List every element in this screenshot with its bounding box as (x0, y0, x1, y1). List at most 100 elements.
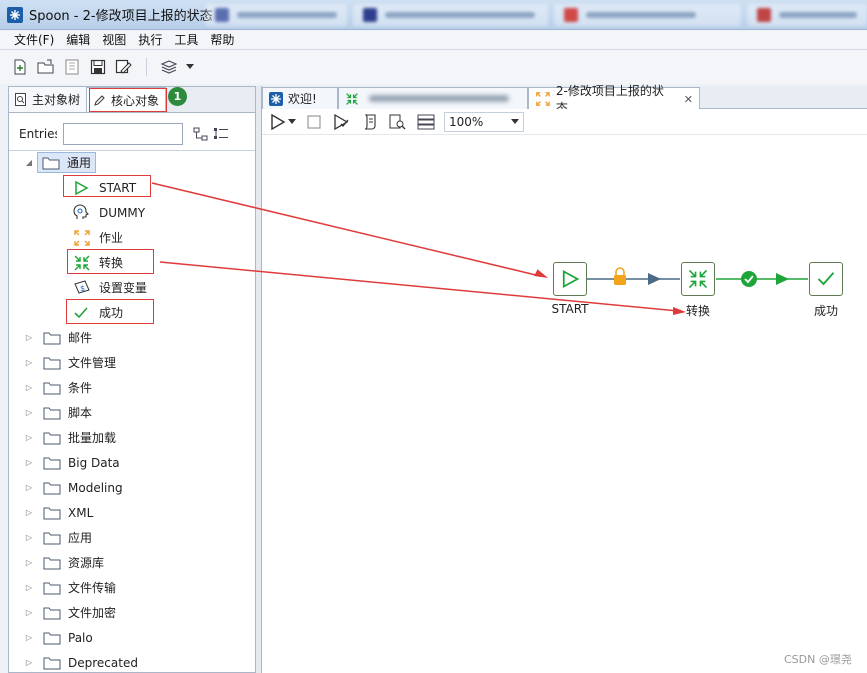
dropdown-arrow-icon (288, 118, 296, 124)
collapsed-arrow-icon[interactable]: ▷ (23, 457, 35, 469)
folder-icon (43, 382, 61, 394)
perspective-button[interactable] (159, 57, 179, 77)
tree-item-dummy[interactable]: DUMMY (73, 200, 145, 225)
tree-category-label: Palo (68, 630, 93, 645)
tree-category-label: 文件传输 (68, 581, 117, 595)
tab-main-object-tree[interactable]: 主对象树 (9, 87, 88, 112)
new-file-icon (14, 59, 26, 75)
collapsed-arrow-icon[interactable]: ▷ (23, 332, 35, 344)
tree-category-label: 条件 (68, 381, 93, 395)
explore-db-button[interactable] (388, 112, 408, 132)
flow-node-start[interactable] (553, 262, 587, 296)
tree-category[interactable]: ▷ 条件 (23, 375, 92, 400)
tree-category[interactable]: ▷ Big Data (23, 450, 120, 475)
collapsed-arrow-icon[interactable]: ▷ (23, 357, 35, 369)
title-bar: Spoon - 2-修改项目上报的状态 (0, 0, 867, 30)
new-file-button[interactable] (10, 57, 30, 77)
tree-item-transformation[interactable]: 转换 (73, 250, 123, 275)
collapse-tree-button[interactable] (213, 126, 229, 142)
tree-category[interactable]: ▷ 脚本 (23, 400, 92, 425)
entries-search-input[interactable] (63, 123, 183, 145)
menu-file[interactable]: 文件(F) (8, 31, 60, 48)
menu-view[interactable]: 视图 (96, 31, 132, 48)
tree-category[interactable]: ▷ 文件加密 (23, 600, 116, 625)
tree-item-success[interactable]: 成功 (73, 300, 123, 325)
folder-icon (43, 582, 61, 594)
run-dropdown[interactable] (288, 112, 296, 132)
tree-item-label: DUMMY (99, 205, 146, 220)
tree-category[interactable]: ▷ 邮件 (23, 325, 92, 350)
folder-icon (43, 457, 61, 469)
tab-core-objects[interactable]: 核心对象 (87, 87, 167, 112)
tab-welcome[interactable]: 欢迎! (262, 87, 338, 109)
collapsed-arrow-icon[interactable]: ▷ (23, 507, 35, 519)
tree-category[interactable]: ▷ Deprecated (23, 650, 138, 673)
transform-arrows-icon (74, 255, 90, 270)
collapsed-arrow-icon[interactable]: ▷ (23, 657, 35, 669)
collapsed-arrow-icon[interactable]: ▷ (23, 382, 35, 394)
toolbar-separator (146, 58, 147, 76)
tree-node-general[interactable]: ◢ 通用 (23, 150, 97, 175)
left-panel: 主对象树 核心对象 1 Entries ◢ 通用 START DUMMY 作业 … (8, 86, 256, 673)
collapsed-arrow-icon[interactable]: ▷ (23, 432, 35, 444)
show-results-button[interactable] (416, 112, 436, 132)
open-file-button[interactable] (36, 57, 56, 77)
menu-help[interactable]: 帮助 (204, 31, 240, 48)
svg-text:$: $ (80, 284, 85, 293)
zoom-value: 100% (449, 114, 484, 129)
run-play-icon (271, 113, 286, 130)
save-as-button[interactable] (114, 57, 134, 77)
folder-icon (43, 357, 61, 369)
tree-item-job[interactable]: 作业 (73, 225, 123, 250)
menu-bar: 文件(F) 编辑 视图 执行 工具 帮助 (0, 30, 867, 50)
flow-node-transformation[interactable] (681, 262, 715, 296)
tab-job-active[interactable]: 2-修改项目上报的状态 ✕ (528, 84, 700, 115)
explore-repo-button[interactable] (62, 57, 82, 77)
dropdown-arrow-icon (511, 118, 519, 124)
zoom-select[interactable]: 100% (444, 111, 524, 132)
tree-item-label: 设置变量 (99, 281, 148, 295)
tree-category[interactable]: ▷ 文件管理 (23, 350, 116, 375)
flow-node-success[interactable] (809, 262, 843, 296)
expand-tree-button[interactable] (193, 126, 209, 142)
layers-icon (160, 60, 178, 74)
stop-button[interactable] (304, 112, 324, 132)
menu-run[interactable]: 执行 (132, 31, 168, 48)
menu-tools[interactable]: 工具 (168, 31, 204, 48)
collapsed-arrow-icon[interactable]: ▷ (23, 482, 35, 494)
tree-item-set-variables[interactable]: $ 设置变量 (73, 275, 147, 300)
tree-category-label: 文件加密 (68, 606, 117, 620)
tree-category-label: 邮件 (68, 331, 93, 345)
save-button[interactable] (88, 57, 108, 77)
tree-category[interactable]: ▷ 批量加载 (23, 425, 116, 450)
start-play-icon (75, 180, 89, 195)
collapsed-arrow-icon[interactable]: ▷ (23, 557, 35, 569)
tab-transformation[interactable] (338, 87, 528, 109)
sql-button[interactable] (360, 112, 380, 132)
tree-list-icon (214, 128, 228, 139)
watermark: CSDN @璟尧 (784, 653, 852, 666)
collapsed-arrow-icon[interactable]: ▷ (23, 632, 35, 644)
close-tab-icon[interactable]: ✕ (684, 93, 693, 106)
tree-item-label: 作业 (99, 231, 124, 245)
collapsed-arrow-icon[interactable]: ▷ (23, 607, 35, 619)
tree-category[interactable]: ▷ XML (23, 500, 93, 525)
tree-category[interactable]: ▷ Modeling (23, 475, 123, 500)
repository-icon (65, 59, 79, 75)
perspective-dropdown[interactable] (185, 57, 195, 77)
menu-edit[interactable]: 编辑 (60, 31, 96, 48)
tree-category-label: 文件管理 (68, 356, 117, 370)
collapsed-arrow-icon[interactable]: ▷ (23, 407, 35, 419)
job-canvas[interactable] (262, 136, 867, 673)
tree-category[interactable]: ▷ 资源库 (23, 550, 104, 575)
tree-category[interactable]: ▷ 文件传输 (23, 575, 116, 600)
run-button[interactable] (268, 112, 288, 132)
collapsed-arrow-icon[interactable]: ▷ (23, 582, 35, 594)
tree-item-start[interactable]: START (73, 175, 136, 200)
tree-category[interactable]: ▷ 应用 (23, 525, 92, 550)
tree-category[interactable]: ▷ Palo (23, 625, 93, 650)
collapsed-arrow-icon[interactable]: ▷ (23, 532, 35, 544)
tree-node-general-selected: 通用 (37, 152, 97, 173)
verify-button[interactable] (332, 112, 352, 132)
blurred-taskbar (205, 4, 867, 26)
